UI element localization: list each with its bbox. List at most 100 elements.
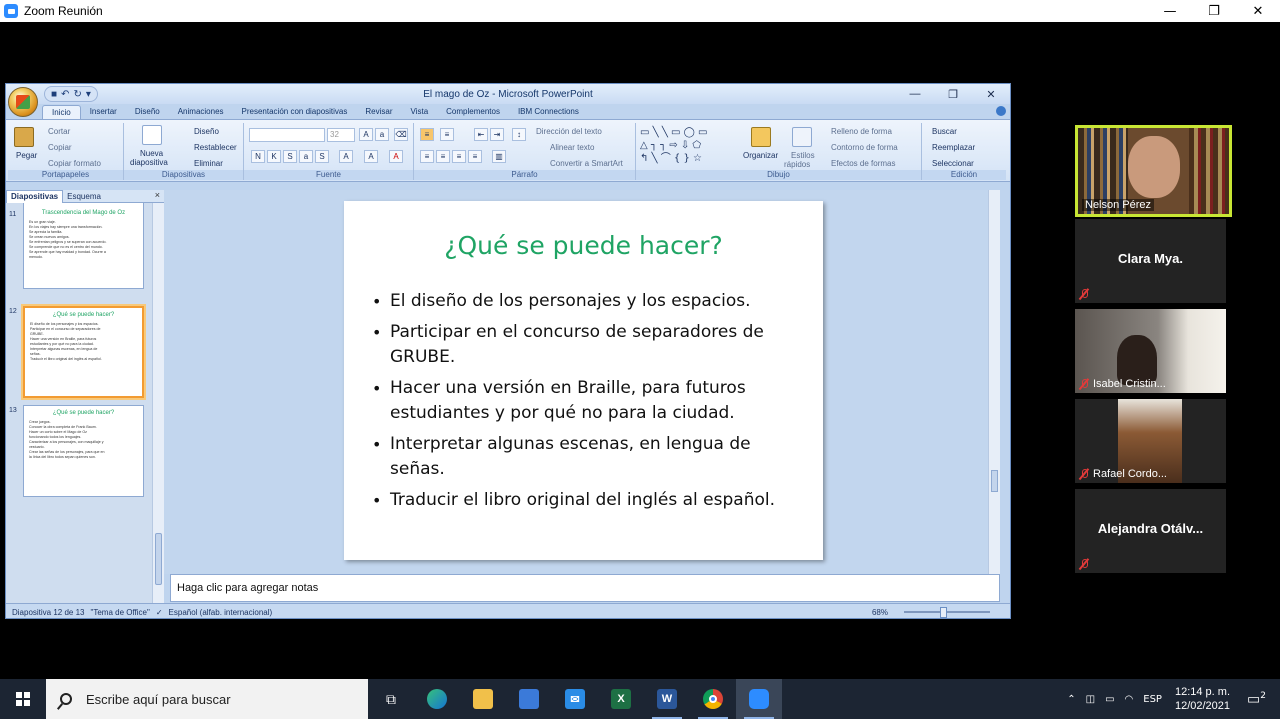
tab-inicio[interactable]: Inicio [42, 105, 81, 119]
quick-styles-label-2[interactable]: rápidos [784, 160, 810, 169]
delete-button[interactable]: Eliminar [194, 159, 223, 168]
tab-outline[interactable]: Esquema [63, 192, 105, 201]
current-slide[interactable]: ¿Qué se puede hacer? El diseño de los pe… [344, 201, 823, 560]
bullets-icon[interactable]: ≡ [420, 128, 434, 141]
slide-thumbnail-11[interactable]: Trascendencia del Mago de Oz Es un gran … [23, 203, 144, 289]
close-button[interactable]: ✕ [1236, 0, 1280, 22]
align-center-icon[interactable]: ≡ [436, 150, 450, 163]
tab-presentacion[interactable]: Presentación con diapositivas [233, 105, 357, 119]
reset-button[interactable]: Restablecer [194, 143, 237, 152]
maximize-button[interactable]: ❐ [1192, 0, 1236, 22]
cut-button[interactable]: Cortar [48, 127, 70, 136]
participant-tile[interactable]: Isabel Cristin... [1075, 309, 1226, 393]
bold-icon[interactable]: N [251, 150, 265, 163]
ppt-maximize-button[interactable]: ❐ [934, 84, 972, 104]
shape-fill-button[interactable]: Relleno de forma [831, 127, 892, 136]
tab-insertar[interactable]: Insertar [81, 105, 126, 119]
text-direction-button[interactable]: Dirección del texto [536, 127, 602, 136]
meet-now-icon[interactable]: ◫ [1086, 694, 1095, 705]
format-painter-button[interactable]: Copiar formato [48, 159, 101, 168]
strikethrough-icon[interactable]: a [299, 150, 313, 163]
minimize-button[interactable]: — [1148, 0, 1192, 22]
language-indicator[interactable]: ESP [1143, 694, 1162, 705]
close-panel-icon[interactable]: × [155, 190, 160, 200]
participant-tile[interactable]: Clara Mya. [1075, 219, 1226, 303]
slide-thumbnail-12[interactable]: ¿Qué se puede hacer? El diseño de los pe… [23, 306, 144, 398]
clock[interactable]: 12:14 p. m. 12/02/2021 [1175, 685, 1230, 713]
case-icon[interactable]: A [364, 150, 378, 163]
chrome-app[interactable] [690, 679, 736, 719]
replace-button[interactable]: Reemplazar [932, 143, 975, 152]
shape-outline-button[interactable]: Contorno de forma [831, 143, 898, 152]
battery-icon[interactable]: ▭ [1105, 694, 1114, 705]
tab-ibm-connections[interactable]: IBM Connections [509, 105, 588, 119]
slide-thumbnail-13[interactable]: ¿Qué se puede hacer? Crear juegos. Conoc… [23, 405, 144, 497]
help-icon[interactable] [996, 106, 1006, 116]
new-slide-label-2[interactable]: diapositiva [130, 158, 168, 167]
italic-icon[interactable]: K [267, 150, 281, 163]
shadow-icon[interactable]: S [315, 150, 329, 163]
zoom-slider[interactable] [904, 607, 990, 618]
numbering-icon[interactable]: ≡ [440, 128, 454, 141]
shrink-font-icon[interactable]: a [375, 128, 389, 141]
customize-qat-icon[interactable]: ▾ [86, 89, 91, 100]
ppt-minimize-button[interactable]: — [896, 84, 934, 104]
wifi-icon[interactable]: ◠ [1125, 694, 1134, 705]
shapes-gallery[interactable]: ▭ ╲ ╲ ▭ ◯ ▭ △ ┐ ┐ ⇨ ⇩ ⬠ ↰ ╲ ⌒ { } ☆ [640, 126, 736, 166]
tab-complementos[interactable]: Complementos [437, 105, 509, 119]
chevron-up-icon[interactable]: ⌃ [1067, 694, 1075, 705]
grow-font-icon[interactable]: A [359, 128, 373, 141]
zoom-app[interactable] [736, 679, 782, 719]
tab-vista[interactable]: Vista [402, 105, 438, 119]
ppt-close-button[interactable]: ✕ [972, 84, 1010, 104]
office-button[interactable] [8, 87, 38, 117]
tab-diseno[interactable]: Diseño [126, 105, 169, 119]
align-left-icon[interactable]: ≡ [420, 150, 434, 163]
line-spacing-icon[interactable]: ↕ [512, 128, 526, 141]
clear-format-icon[interactable]: ⌫ [394, 128, 408, 141]
notes-pane[interactable]: Haga clic para agregar notas [170, 574, 1000, 602]
underline-icon[interactable]: S [283, 150, 297, 163]
layout-button[interactable]: Diseño [194, 127, 219, 136]
panel-scrollbar[interactable] [152, 203, 164, 603]
edge-app[interactable] [414, 679, 460, 719]
justify-icon[interactable]: ≡ [468, 150, 482, 163]
participant-tile-active[interactable]: Nelson Pérez [1075, 125, 1232, 217]
save-icon[interactable]: ■ [51, 89, 57, 100]
columns-icon[interactable]: ▥ [492, 150, 506, 163]
notification-center-icon[interactable]: ▭2 [1247, 691, 1266, 708]
tab-revisar[interactable]: Revisar [356, 105, 401, 119]
select-button[interactable]: Seleccionar [932, 159, 974, 168]
copy-button[interactable]: Copiar [48, 143, 72, 152]
word-app[interactable]: W [644, 679, 690, 719]
mail-app[interactable]: ✉ [552, 679, 598, 719]
arrange-icon[interactable] [751, 127, 771, 147]
task-view-button[interactable]: ⧉ [368, 679, 414, 719]
tab-animaciones[interactable]: Animaciones [169, 105, 233, 119]
taskbar-search[interactable]: Escribe aquí para buscar [46, 679, 368, 719]
font-color-icon[interactable]: A [389, 150, 403, 163]
spacing-icon[interactable]: A [339, 150, 353, 163]
shape-effects-button[interactable]: Efectos de formas [831, 159, 895, 168]
convert-smartart-button[interactable]: Convertir a SmartArt [550, 159, 623, 168]
align-text-button[interactable]: Alinear texto [550, 143, 594, 152]
find-button[interactable]: Buscar [932, 127, 957, 136]
slide-bullet-list[interactable]: El diseño de los personajes y los espaci… [372, 289, 792, 519]
store-app[interactable] [506, 679, 552, 719]
start-button[interactable] [0, 679, 46, 719]
font-size-field[interactable]: 32 [327, 128, 355, 142]
undo-icon[interactable]: ↶ [61, 89, 69, 100]
language-status[interactable]: Español (alfab. internacional) [169, 608, 273, 617]
slide-scrollbar[interactable] [988, 190, 1000, 574]
arrange-label[interactable]: Organizar [743, 151, 778, 160]
align-right-icon[interactable]: ≡ [452, 150, 466, 163]
font-family-field[interactable] [249, 128, 325, 142]
participant-tile[interactable]: Rafael Cordo... [1075, 399, 1226, 483]
increase-indent-icon[interactable]: ⇥ [490, 128, 504, 141]
tab-slides[interactable]: Diapositivas [6, 189, 64, 203]
new-slide-label[interactable]: Nueva [140, 149, 163, 158]
quick-styles-label[interactable]: Estilos [791, 151, 815, 160]
redo-icon[interactable]: ↻ [73, 89, 81, 100]
zoom-level[interactable]: 68% [872, 608, 888, 617]
decrease-indent-icon[interactable]: ⇤ [474, 128, 488, 141]
